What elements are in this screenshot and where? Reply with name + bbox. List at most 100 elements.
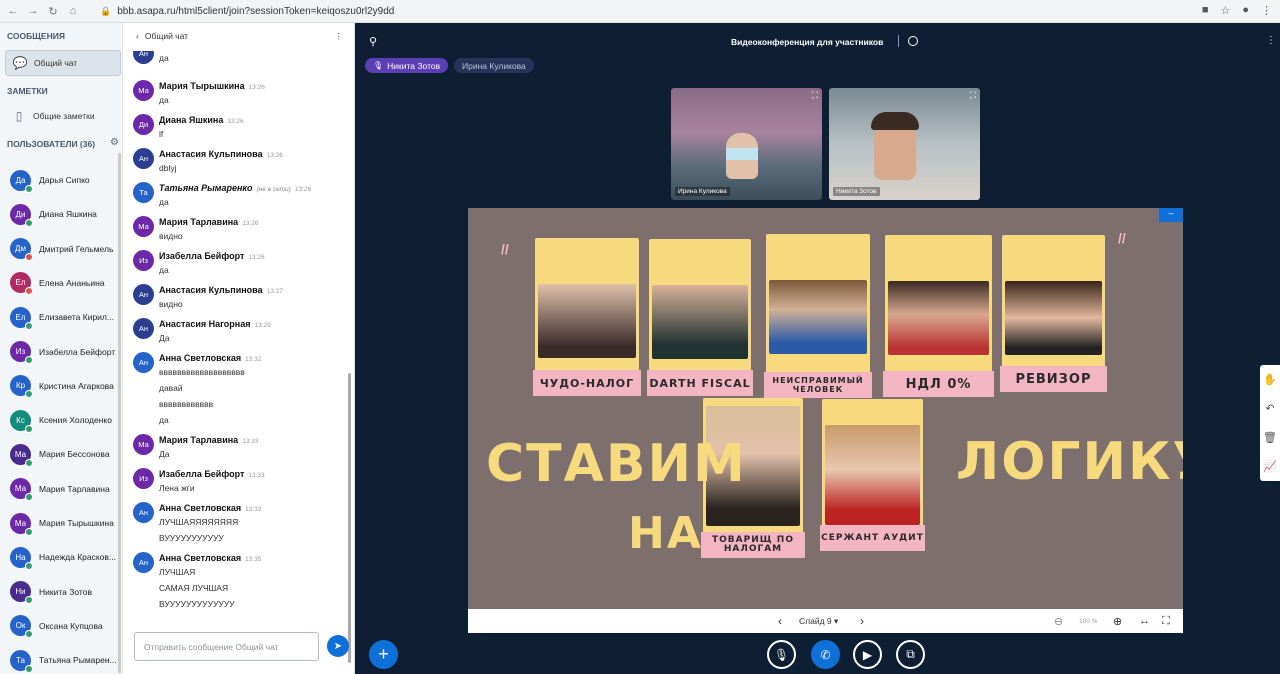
fullscreen-icon[interactable]: ⛶ [812, 90, 818, 101]
zoom-out-icon[interactable]: ⊖ [1054, 615, 1063, 628]
public-chat-button[interactable]: 💬 Общий чат [5, 50, 121, 76]
avatar-initials: Ни [15, 587, 26, 597]
trash-icon[interactable]: 🗑 [1263, 431, 1277, 444]
screen-share-button[interactable]: ⧉ [896, 640, 925, 669]
chat-header[interactable]: ‹ Общий чат ⋮ [123, 23, 355, 49]
fullscreen-icon[interactable]: ⛶ [970, 90, 976, 101]
previous-slide-button[interactable]: ‹ [778, 614, 782, 628]
user-icon[interactable]: ⚲ [369, 35, 377, 48]
user-list-item[interactable]: Ни Никита Зотов [10, 581, 92, 605]
user-list-item[interactable]: Ел Елена Ананьина [10, 272, 105, 296]
camera-icon[interactable]: ■ [1202, 4, 1209, 17]
fit-width-icon[interactable]: ↔ [1139, 615, 1150, 627]
public-chat-label: Общий чат [34, 58, 78, 68]
talker-pill[interactable]: Ирина Куликова [454, 58, 534, 73]
user-list-item[interactable]: Ма Мария Тарлавина [10, 478, 110, 502]
avatar-initials: Та [139, 188, 148, 197]
record-icon[interactable] [908, 36, 918, 46]
user-list-item[interactable]: Ел Елизавета Кирил... [10, 306, 114, 330]
home-icon[interactable]: ⌂ [66, 5, 80, 17]
avatar: Ма [10, 443, 33, 467]
options-icon[interactable]: ⋮ [1266, 35, 1276, 46]
phone-icon: ✆ [820, 647, 831, 662]
chevron-left-icon[interactable]: ‹ [136, 31, 139, 41]
send-button[interactable]: ➤ [327, 635, 349, 657]
card-caption: РЕВИЗОР [1000, 366, 1107, 392]
sender-name: Анна Светловская [159, 503, 242, 513]
avatar-initials: На [15, 552, 26, 562]
status-icon [25, 561, 33, 570]
avatar-initials: Ан [138, 508, 149, 517]
sender-name: Анна Светловская [159, 553, 242, 563]
message-time: 13:29 [254, 322, 271, 329]
user-list-item[interactable]: Та Татьяна Рымарен... [10, 649, 117, 673]
user-list-item[interactable]: Да Дарья Сипко [10, 169, 90, 193]
chat-scrollbar[interactable] [348, 373, 351, 663]
message-time: 13:26 [248, 254, 265, 261]
actions-button[interactable]: + [369, 640, 398, 669]
fullscreen-icon[interactable]: ⛶ [1162, 615, 1170, 628]
undo-icon[interactable]: ↶ [1265, 402, 1274, 415]
user-list-item[interactable]: Ок Оксана Купцова [10, 615, 103, 639]
menu-dots-icon[interactable]: ⋮ [1261, 4, 1272, 17]
user-list-item[interactable]: Дм Дмитрий Гельмель [10, 238, 113, 262]
user-list-item[interactable]: Кс Ксения Холоденко [10, 409, 112, 433]
avatar: Ма [133, 434, 154, 455]
video-tile[interactable]: ⛶ Никита Зотов [829, 88, 980, 200]
status-icon [25, 321, 33, 330]
minimize-button[interactable]: – [1159, 208, 1183, 222]
avatar: Ан [133, 552, 154, 573]
mute-button[interactable]: 🎙 [767, 640, 796, 669]
slide-card: НЕИСПРАВИМЫЙ ЧЕЛОВЕК [764, 234, 872, 398]
chat-input[interactable]: Отправить сообщение Общий чат [134, 632, 319, 661]
hand-icon[interactable]: ✋ [1263, 373, 1277, 386]
forward-icon[interactable]: → [26, 5, 40, 17]
reload-icon[interactable]: ↻ [46, 5, 60, 18]
star-icon[interactable]: ☆ [1220, 4, 1230, 17]
back-icon[interactable]: ← [6, 5, 20, 17]
user-list-item[interactable]: Из Изабелла Бейфорт [10, 341, 115, 364]
camera-off-icon: ▶ [862, 647, 873, 662]
avatar: Ел [10, 306, 33, 330]
audio-button[interactable]: ✆ [811, 640, 840, 669]
zoom-in-icon[interactable]: ⊕ [1113, 615, 1122, 628]
video-label: Ирина Куликова [675, 187, 730, 196]
gear-icon[interactable]: ⚙ [110, 137, 119, 148]
message-text: да [159, 95, 169, 105]
sparkle-decoration: // [501, 241, 509, 257]
card-caption: DARTH FISCAL [647, 370, 753, 396]
avatar: Ел [10, 272, 33, 296]
shared-notes-button[interactable]: ▯ Общие заметки [5, 103, 121, 129]
slide-card: РЕВИЗОР [1000, 235, 1107, 392]
user-list-item[interactable]: Ма Мария Бессонова [10, 443, 110, 467]
profile-icon[interactable]: ● [1242, 4, 1249, 17]
message-time: 13:26 [248, 84, 265, 91]
avatar: Ма [133, 216, 154, 237]
user-name: Надежда Красков... [39, 552, 116, 563]
next-slide-button[interactable]: › [860, 614, 864, 628]
user-list-item[interactable]: Ма Мария Тырышкина [10, 512, 114, 536]
user-name: Никита Зотов [39, 586, 92, 597]
user-name: Елена Ананьина [39, 277, 105, 288]
message-text: ВУУУУУУУУУУУУУ [159, 599, 235, 609]
video-tile[interactable]: ⛶ Ирина Куликова [671, 88, 822, 200]
options-icon[interactable]: ⋮ [335, 31, 344, 42]
talker-pill-active[interactable]: 🎙 Никита Зотов [365, 58, 449, 73]
user-list-item[interactable]: Ди Диана Яшкина [10, 203, 97, 227]
avatar: Ан [133, 51, 154, 64]
avatar: Кс [10, 409, 33, 433]
user-list-item[interactable]: На Надежда Красков... [10, 546, 116, 570]
presentation-toolbar: ‹ Слайд 9 ▾ › ⊖ 100 % ⊕ ↔ ⛶ [468, 609, 1183, 633]
chart-icon[interactable]: 📈 [1263, 460, 1277, 473]
scrollbar[interactable] [118, 153, 121, 673]
slide-label: Слайд 9 [799, 615, 832, 626]
slide-selector[interactable]: Слайд 9 ▾ [799, 616, 838, 627]
user-list-item[interactable]: Кр Кристина Агаркова [10, 375, 114, 399]
avatar: Та [133, 182, 154, 203]
message-text: ввввввввввввввввввв [159, 367, 245, 377]
card-photo [888, 281, 989, 355]
notes-header: ЗАМЕТКИ [7, 86, 48, 96]
video-button[interactable]: ▶ [853, 640, 882, 669]
avatar-initials: Ма [14, 449, 27, 459]
address-bar[interactable]: bbb.asapa.ru/html5client/join?sessionTok… [117, 6, 394, 17]
